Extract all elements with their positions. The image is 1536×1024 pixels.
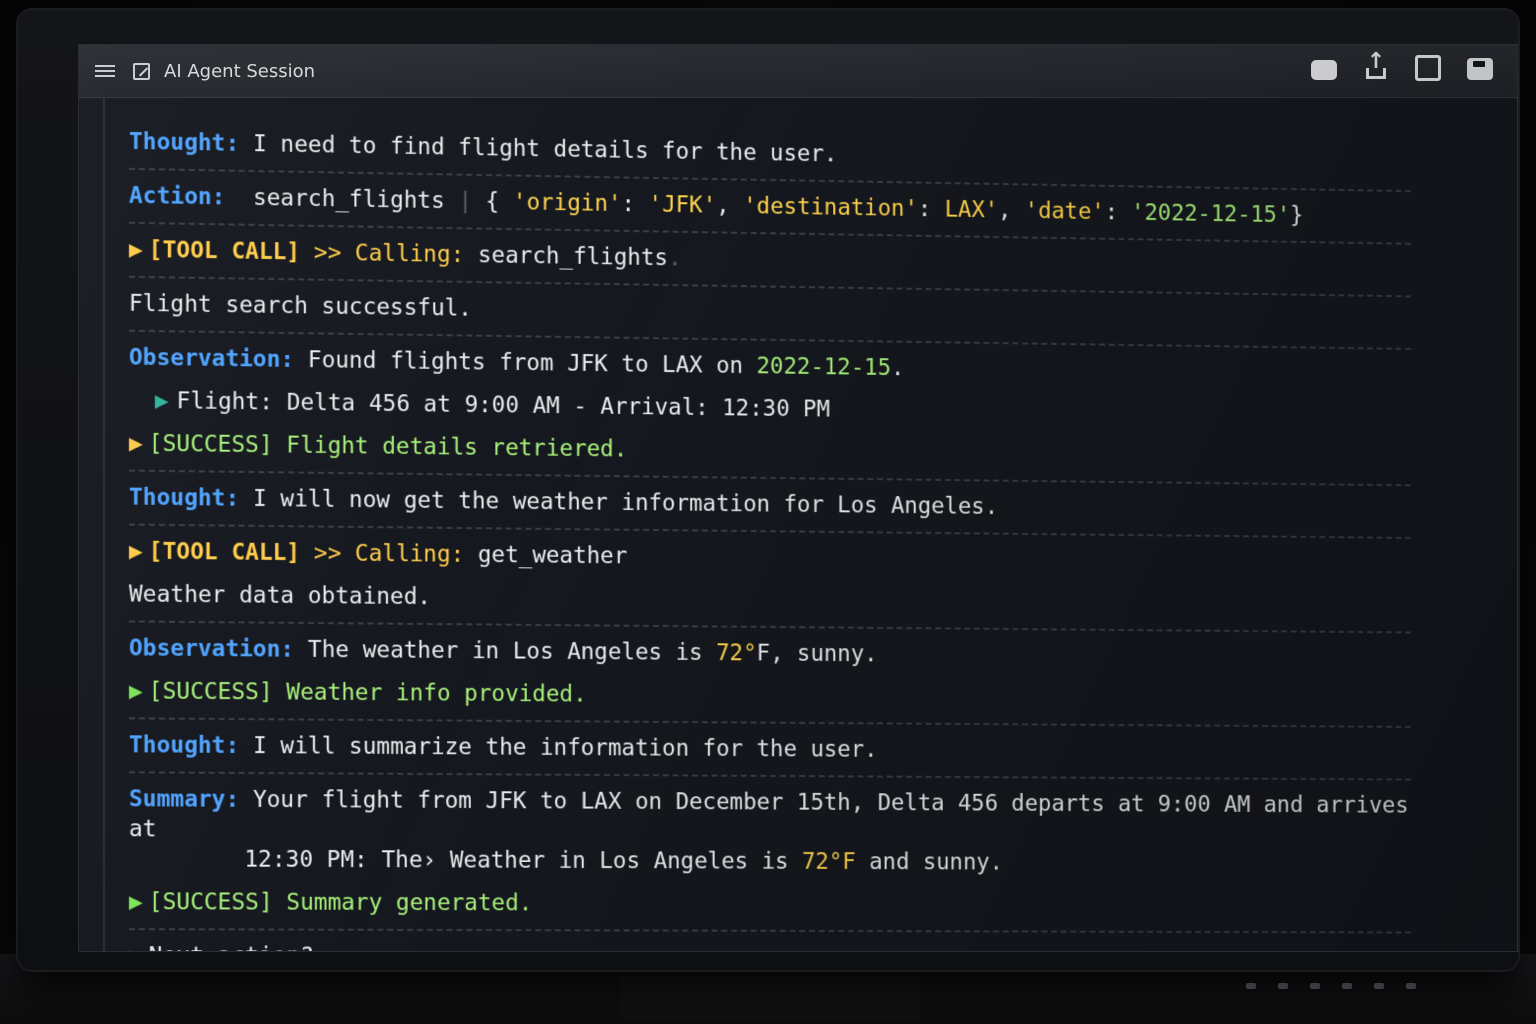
action-tool: search_flights xyxy=(252,184,445,215)
thought-label: Thought xyxy=(128,484,226,512)
monitor-button[interactable] xyxy=(1374,983,1384,989)
arg-key-origin: 'origin' xyxy=(512,189,622,218)
monitor-button[interactable] xyxy=(1406,983,1416,989)
success-text: Summary generated. xyxy=(286,889,533,917)
play-icon: ▶ xyxy=(128,889,143,916)
summary-text: Your flight from JFK to LAX on December … xyxy=(128,786,1409,843)
monitor-button[interactable] xyxy=(1278,983,1288,989)
arg-value-origin: 'JFK' xyxy=(648,191,717,219)
result-text: Weather data obtained. xyxy=(128,581,432,611)
calling-label: Calling: xyxy=(354,240,465,268)
play-icon: ▶ xyxy=(128,538,143,565)
tail-dot: . xyxy=(667,245,682,272)
thought-label: Thought xyxy=(128,128,226,157)
monitor-buttons xyxy=(1246,983,1416,989)
observation-tail: F, sunny. xyxy=(756,640,878,668)
thought-label: Thought xyxy=(128,732,226,759)
tool-call-tag: [TOOL CALL] xyxy=(148,237,301,266)
monitor-stand xyxy=(620,975,920,1024)
play-icon: ▶ xyxy=(128,236,143,263)
log-gutter xyxy=(102,97,105,951)
log-line-success: ▶ [SUCCESS] Summary generated. xyxy=(128,885,1411,934)
chat-icon[interactable] xyxy=(1311,60,1337,80)
action-separator: | xyxy=(458,188,472,215)
success-tag: [SUCCESS] xyxy=(148,678,273,706)
edit-icon[interactable] xyxy=(133,62,150,80)
play-icon: ▶ xyxy=(154,387,169,415)
prompt-icon: ▶ xyxy=(129,943,143,951)
flight-text: Flight: Delta 456 at 9:00 AM - Arrival: … xyxy=(176,388,830,423)
tool-call-tag: [TOOL CALL] xyxy=(148,538,301,567)
log-line-prompt[interactable]: ▶ Next action? xyxy=(128,930,1411,951)
success-text: Weather info provided. xyxy=(286,679,587,708)
summary-label: Summary xyxy=(128,786,226,813)
play-icon: ▶ xyxy=(128,678,143,705)
summary-text-2: 12:30 PM: The› Weather in Los Angeles is xyxy=(244,846,789,875)
observation-date: 2022-12-15 xyxy=(756,353,892,381)
tool-fn: get_weather xyxy=(477,542,628,570)
action-brace-open: { xyxy=(485,188,513,216)
app-window: AI Agent Session Thought: I need to find… xyxy=(78,44,1518,952)
monitor-bezel: AI Agent Session Thought: I need to find… xyxy=(18,10,1518,970)
observation-temp: 72° xyxy=(716,640,757,667)
agent-log[interactable]: Thought: I need to find flight details f… xyxy=(79,97,1477,951)
window-title: AI Agent Session xyxy=(164,60,316,82)
log-line-observation: Observation: The weather in Los Angeles … xyxy=(128,635,878,668)
arrow: >> xyxy=(313,239,342,267)
observation-tail: . xyxy=(891,355,905,382)
calling-label: Calling: xyxy=(354,540,465,568)
log-line-summary: Summary: Your flight from JFK to LAX on … xyxy=(129,773,1411,889)
title-bar: AI Agent Session xyxy=(79,45,1517,98)
maximize-icon[interactable] xyxy=(1415,55,1441,81)
share-icon[interactable] xyxy=(1363,49,1389,81)
arrow: >> xyxy=(313,540,342,567)
log-line-thought: Thought: I will summarize the informatio… xyxy=(128,719,1411,781)
summary-continuation: 12:30 PM: The› Weather in Los Angeles is… xyxy=(129,844,1411,879)
result-text: Flight search successful. xyxy=(128,290,472,322)
arg-key-date: 'date' xyxy=(1024,198,1105,226)
monitor-button[interactable] xyxy=(1310,983,1320,989)
arg-value-date: '2022-12-15' xyxy=(1131,200,1291,229)
action-label: Action xyxy=(128,182,212,211)
action-brace-close: } xyxy=(1290,202,1304,229)
monitor-button[interactable] xyxy=(1342,983,1352,989)
menu-icon[interactable] xyxy=(95,65,115,77)
arg-key-destination: 'destination' xyxy=(743,193,918,222)
thought-text: I will summarize the information for the… xyxy=(252,733,878,763)
titlebar-actions xyxy=(1311,49,1493,81)
observation-text: The weather in Los Angeles is xyxy=(307,636,703,666)
thought-text: I need to find flight details for the us… xyxy=(252,131,838,168)
prompt-text: Next action? xyxy=(149,943,314,951)
observation-text: Found flights from JFK to LAX on xyxy=(307,347,744,379)
observation-label: Observation xyxy=(128,635,281,663)
thought-text: I will now get the weather information f… xyxy=(252,485,999,520)
save-icon[interactable] xyxy=(1467,58,1493,80)
observation-label: Observation xyxy=(128,344,281,373)
play-icon: ▶ xyxy=(128,430,143,457)
monitor-button[interactable] xyxy=(1246,983,1256,989)
success-text: Flight details retriered. xyxy=(286,432,628,463)
summary-temp: 72°F xyxy=(802,849,856,875)
summary-tail: and sunny. xyxy=(869,849,1004,876)
success-tag: [SUCCESS] xyxy=(148,430,273,459)
success-tag: [SUCCESS] xyxy=(148,889,273,916)
tool-fn: search_flights xyxy=(477,242,668,272)
arg-value-destination: LAX' xyxy=(944,196,999,224)
